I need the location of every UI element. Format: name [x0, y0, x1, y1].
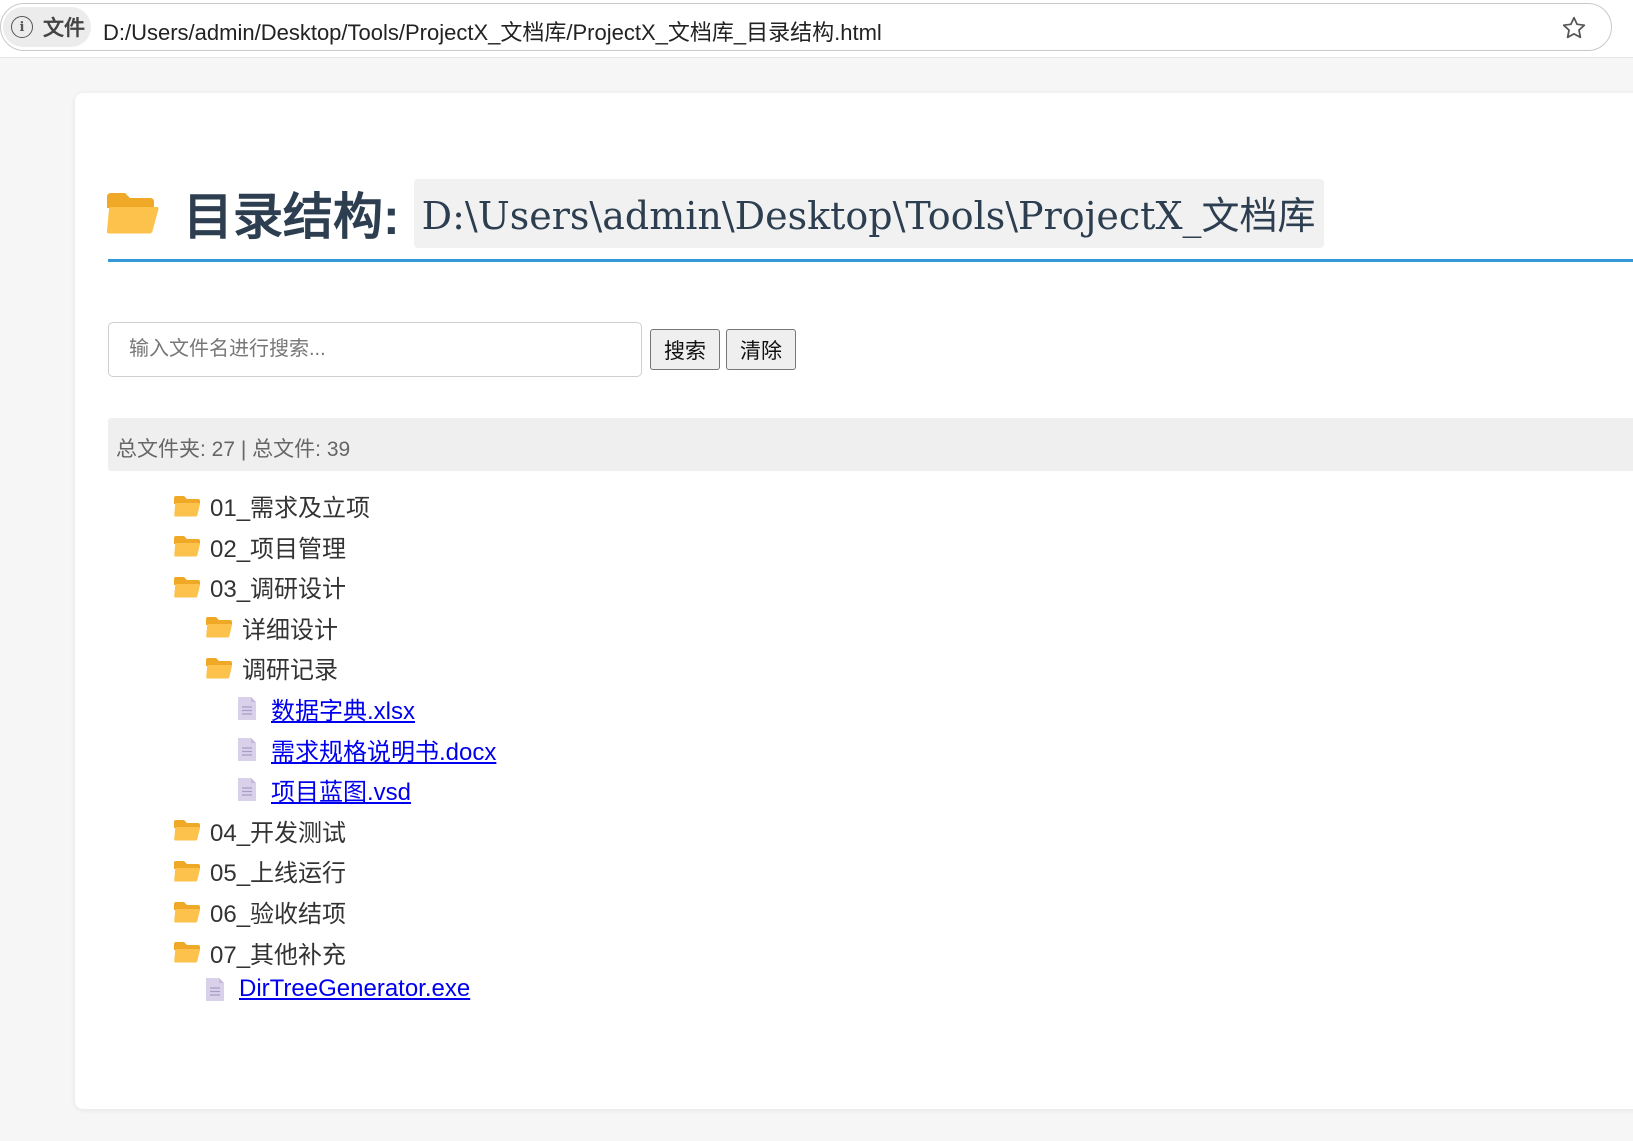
folder-label: 详细设计 — [242, 616, 338, 644]
folder-label: 05_上线运行 — [210, 860, 347, 888]
tree-folder[interactable]: 02_项目管理 — [173, 529, 346, 564]
folder-icon — [174, 901, 200, 922]
url-text[interactable]: D:/Users/admin/Desktop/Tools/ProjectX_文档… — [103, 15, 882, 47]
folder-icon — [174, 495, 200, 516]
tree-file: DirTreeGenerator.exe — [205, 975, 470, 1003]
folder-icon — [174, 576, 200, 598]
folder-label: 01_需求及立项 — [210, 495, 371, 522]
folder-label: 02_项目管理 — [210, 535, 347, 563]
tree-folder[interactable]: 详细设计 — [205, 610, 338, 645]
folder-icon — [174, 820, 200, 841]
tree-folder[interactable]: 03_调研设计 — [173, 569, 346, 604]
search-button[interactable]: 搜索 — [650, 329, 720, 370]
file-link[interactable]: 数据字典.xlsx — [271, 691, 415, 726]
file-link[interactable]: 需求规格说明书.docx — [271, 732, 496, 767]
tree-folder[interactable]: 04_开发测试 — [173, 813, 346, 848]
open-folder-icon — [106, 193, 159, 234]
page-title: 目录结构: D:\Users\admin\Desktop\Tools\Proje… — [105, 177, 1324, 249]
folder-label: 07_其他补充 — [210, 941, 347, 969]
folder-icon — [174, 536, 200, 557]
tree-file: 数据字典.xlsx — [237, 691, 415, 726]
file-icon — [238, 737, 256, 761]
file-icon — [206, 977, 224, 1001]
folder-icon — [206, 617, 232, 638]
file-link[interactable]: 项目蓝图.vsd — [271, 772, 411, 807]
tree-file: 项目蓝图.vsd — [237, 772, 411, 807]
folder-label: 06_验收结项 — [210, 901, 347, 928]
folder-icon — [206, 657, 232, 679]
folder-label: 04_开发测试 — [210, 819, 347, 847]
folder-icon — [174, 860, 200, 882]
stats-bar: 总文件夹: 27 | 总文件: 39 — [108, 418, 1633, 471]
title-label: 目录结构: — [183, 189, 400, 245]
folder-label: 03_调研设计 — [210, 576, 347, 604]
tree-folder[interactable]: 调研记录 — [205, 650, 338, 685]
folder-icon — [174, 942, 200, 963]
file-icon — [238, 697, 256, 720]
content-card: 目录结构: D:\Users\admin\Desktop\Tools\Proje… — [75, 93, 1633, 1109]
tree-file: 需求规格说明书.docx — [237, 732, 496, 767]
file-icon — [238, 778, 256, 802]
title-divider — [108, 259, 1633, 262]
tree-folder[interactable]: 06_验收结项 — [173, 894, 346, 929]
info-icon: i — [11, 16, 33, 38]
tree-folder[interactable]: 05_上线运行 — [173, 853, 346, 888]
search-input[interactable] — [108, 322, 642, 377]
site-info-button[interactable]: i 文件 — [3, 7, 91, 47]
tree-folder[interactable]: 01_需求及立项 — [173, 488, 370, 523]
site-info-label: 文件 — [43, 17, 85, 40]
clear-button[interactable]: 清除 — [726, 329, 796, 370]
browser-toolbar: i 文件 D:/Users/admin/Desktop/Tools/Projec… — [0, 0, 1633, 58]
address-bar[interactable]: i 文件 D:/Users/admin/Desktop/Tools/Projec… — [0, 3, 1612, 51]
file-link[interactable]: DirTreeGenerator.exe — [239, 975, 470, 1003]
title-path: D:\Users\admin\Desktop\Tools\ProjectX_文档… — [413, 178, 1324, 248]
folder-label: 调研记录 — [242, 657, 338, 685]
tree-folder[interactable]: 07_其他补充 — [173, 935, 346, 970]
bookmark-star-icon[interactable] — [1561, 15, 1587, 41]
